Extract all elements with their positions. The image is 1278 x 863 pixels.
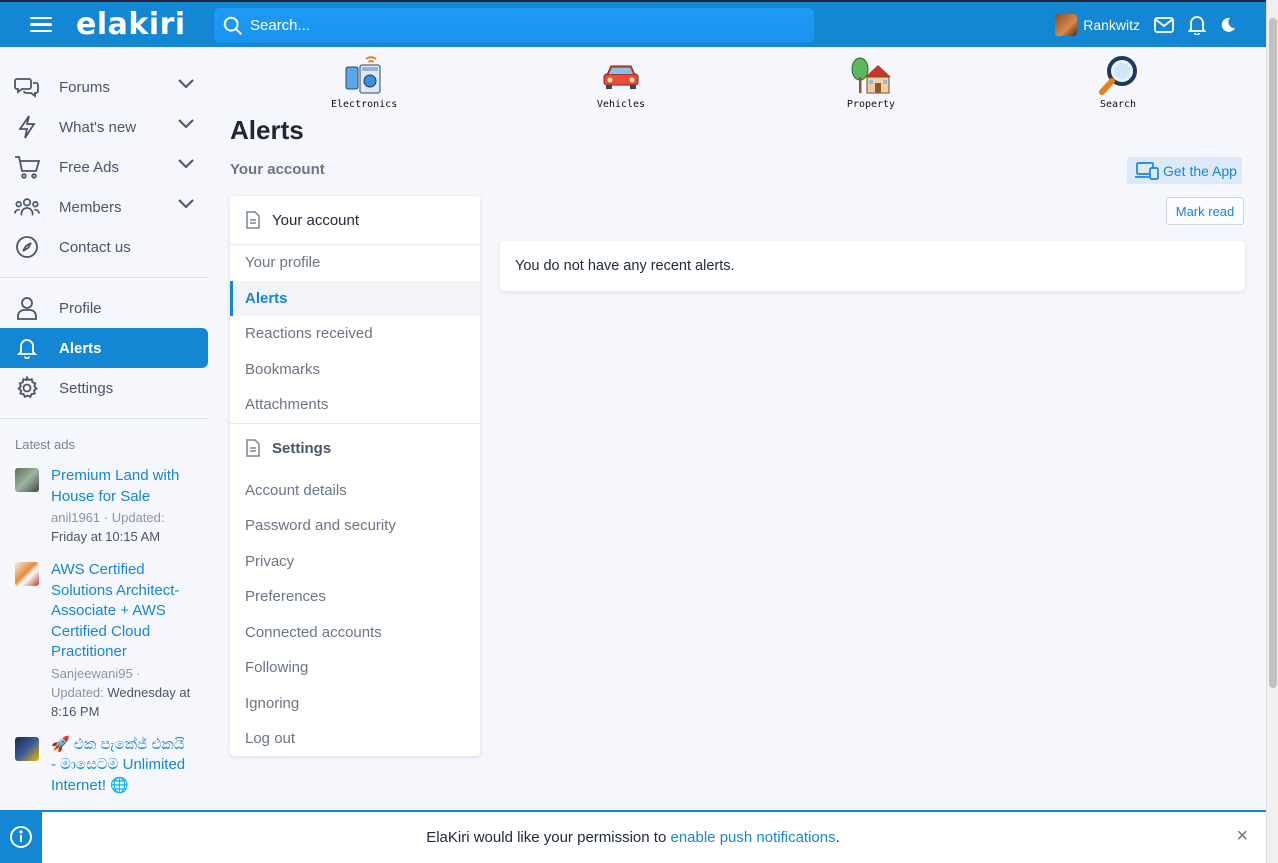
chat-bubbles-icon <box>14 74 40 100</box>
latest-ad-item: Premium Land with House for Sale anil196… <box>0 466 218 546</box>
ad-title-link[interactable]: AWS Certified Solutions Architect-Associ… <box>51 560 191 663</box>
compass-icon <box>14 234 40 260</box>
document-icon <box>246 439 260 457</box>
search-input[interactable] <box>250 17 790 34</box>
latest-ad-item: 🚀 එක පැකේජ් එකයි - මාසෙටම Unlimited Inte… <box>0 735 218 797</box>
get-the-app-button[interactable]: Get the App <box>1127 157 1242 184</box>
enable-push-link[interactable]: enable push notifications <box>670 829 835 846</box>
site-logo[interactable]: elakiri <box>76 7 186 42</box>
menu-link-reactions-received[interactable]: Reactions received <box>230 316 480 352</box>
menu-link-alerts[interactable]: Alerts <box>230 280 480 316</box>
users-icon <box>14 194 40 220</box>
menu-link-account-details[interactable]: Account details <box>230 473 480 509</box>
chevron-down-icon[interactable] <box>178 119 194 129</box>
ad-meta: Sanjeewani95 · Updated: Wednesday at 8:1… <box>51 665 191 719</box>
mark-read-button[interactable]: Mark read <box>1166 197 1244 225</box>
document-icon <box>246 211 260 229</box>
sidebar-item-settings[interactable]: Settings <box>0 368 218 408</box>
menu-link-ignoring[interactable]: Ignoring <box>230 686 480 722</box>
menu-link-your-profile[interactable]: Your profile <box>230 245 480 281</box>
category-vehicles[interactable]: Vehicles <box>591 55 651 110</box>
lightning-icon <box>14 114 40 140</box>
sidebar-item-free-ads[interactable]: Free Ads <box>0 147 218 187</box>
page-title: Alerts <box>230 115 304 145</box>
search-icon <box>223 16 242 35</box>
menu-link-following[interactable]: Following <box>230 650 480 686</box>
breadcrumb[interactable]: Your account <box>230 161 325 178</box>
alerts-empty-message: You do not have any recent alerts. <box>500 241 1245 291</box>
menu-link-password-security[interactable]: Password and security <box>230 508 480 544</box>
ad-thumbnail[interactable] <box>15 736 39 761</box>
sidebar-item-contact-us[interactable]: Contact us <box>0 227 218 267</box>
account-menu-header: Your account <box>230 196 480 245</box>
sidebar: Forums What's new Free Ads Members Conta… <box>0 47 218 810</box>
search-box[interactable] <box>214 8 814 43</box>
close-icon[interactable]: × <box>1236 825 1248 848</box>
username-link[interactable]: Rankwitz <box>1083 17 1140 33</box>
sidebar-item-profile[interactable]: Profile <box>0 288 218 328</box>
ad-thumbnail[interactable] <box>15 468 39 492</box>
account-menu: Your account Your profile Alerts Reactio… <box>230 196 480 756</box>
menu-icon[interactable] <box>30 16 58 33</box>
latest-ads-title: Latest ads <box>15 437 75 452</box>
category-search[interactable]: Search <box>1088 55 1148 110</box>
push-notification-notice: ElaKiri would like your permission to en… <box>0 810 1266 863</box>
electronics-icon <box>344 55 384 95</box>
notice-text: ElaKiri would like your permission to en… <box>426 829 840 846</box>
chevron-down-icon[interactable] <box>178 159 194 169</box>
ad-thumbnail[interactable] <box>15 562 39 586</box>
sidebar-item-alerts[interactable]: Alerts <box>0 328 208 368</box>
menu-link-privacy[interactable]: Privacy <box>230 544 480 580</box>
menu-link-attachments[interactable]: Attachments <box>230 387 480 423</box>
sidebar-item-whats-new[interactable]: What's new <box>0 107 218 147</box>
devices-icon <box>1135 161 1159 180</box>
sidebar-item-forums[interactable]: Forums <box>0 67 218 107</box>
chevron-down-icon[interactable] <box>178 199 194 209</box>
moon-icon[interactable] <box>1220 17 1236 33</box>
ad-title-link[interactable]: 🚀 එක පැකේජ් එකයි - මාසෙටම Unlimited Inte… <box>51 735 191 797</box>
info-icon <box>0 810 42 863</box>
category-electronics[interactable]: Electronics <box>331 55 397 110</box>
settings-menu-header: Settings <box>230 422 480 473</box>
user-avatar[interactable] <box>1055 13 1078 36</box>
cart-icon <box>14 154 40 180</box>
sidebar-item-members[interactable]: Members <box>0 187 218 227</box>
chevron-down-icon[interactable] <box>178 79 194 89</box>
category-property[interactable]: Property <box>841 55 901 110</box>
menu-link-log-out[interactable]: Log out <box>230 721 480 756</box>
gear-icon <box>14 375 40 401</box>
scrollbar-thumb[interactable] <box>1269 18 1277 688</box>
ad-title-link[interactable]: Premium Land with House for Sale <box>51 466 191 507</box>
car-icon <box>601 55 641 95</box>
magnifier-icon <box>1098 55 1138 95</box>
menu-link-bookmarks[interactable]: Bookmarks <box>230 352 480 388</box>
menu-link-connected-accounts[interactable]: Connected accounts <box>230 615 480 651</box>
user-icon <box>14 295 40 321</box>
latest-ad-item: AWS Certified Solutions Architect-Associ… <box>0 560 218 721</box>
category-bar: Electronics Vehicles Property Search <box>218 55 1258 115</box>
menu-link-preferences[interactable]: Preferences <box>230 579 480 615</box>
scrollbar[interactable] <box>1266 0 1278 863</box>
house-icon <box>851 55 891 95</box>
bell-icon <box>14 335 40 361</box>
ad-meta: anil1961 · Updated: Friday at 10:15 AM <box>51 510 165 544</box>
mail-icon[interactable] <box>1154 16 1174 33</box>
bell-icon[interactable] <box>1188 15 1206 35</box>
top-bar: elakiri Rankwitz <box>0 0 1266 47</box>
